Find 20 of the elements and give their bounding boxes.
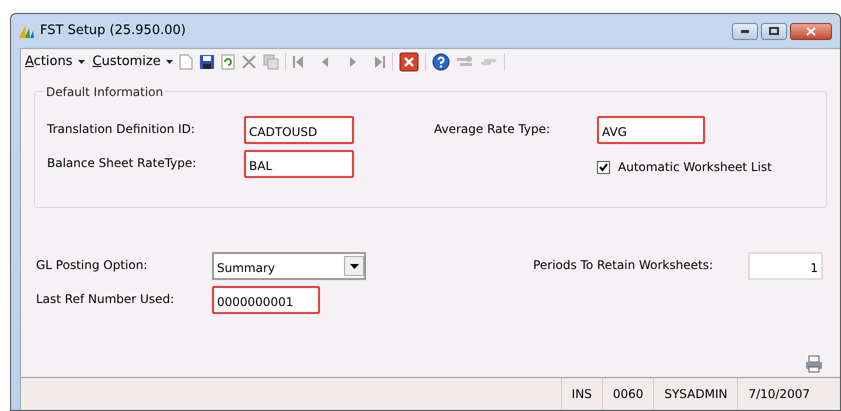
menu-button[interactable]: Actions xyxy=(25,52,84,72)
field-label: Periods To Retain Worksheets: xyxy=(533,257,713,274)
menu-button[interactable]: Customize xyxy=(92,52,173,72)
text-field[interactable]: AVG xyxy=(597,116,705,144)
field-label: Average Rate Type: xyxy=(434,121,552,138)
status-cell: INS xyxy=(560,378,602,410)
status-cell: 7/10/2007 xyxy=(737,378,820,410)
status-cell: 0060 xyxy=(602,378,654,410)
checkbox-label: Automatic Worksheet List xyxy=(618,159,772,176)
field-label: GL Posting Option: xyxy=(36,257,148,274)
dropdown[interactable]: Summary xyxy=(212,252,366,280)
field-label: Translation Definition ID: xyxy=(47,121,196,138)
window-title: FST Setup (25.950.00) xyxy=(40,22,186,40)
text-field[interactable]: BAL xyxy=(244,150,354,178)
text-field[interactable]: CADTOUSD xyxy=(244,116,354,144)
field-label: Balance Sheet RateType: xyxy=(47,155,198,172)
text-field[interactable]: 0000000001 xyxy=(212,286,320,314)
field-label: Last Ref Number Used: xyxy=(36,291,176,308)
text-field[interactable]: 1 xyxy=(748,252,823,280)
status-cell: SYSADMIN xyxy=(653,378,738,410)
